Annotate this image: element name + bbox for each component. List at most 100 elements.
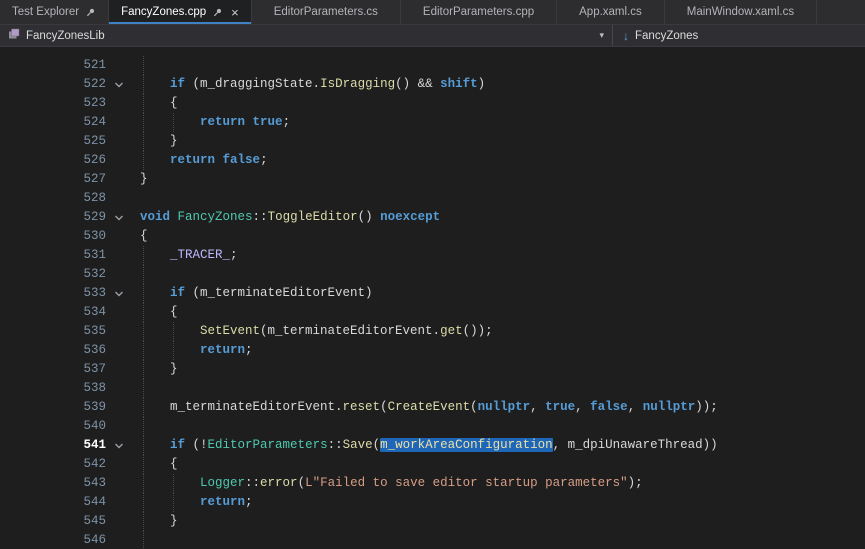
code-line: 531 _TRACER_; [0, 246, 865, 265]
code-text[interactable] [132, 379, 865, 398]
line-number[interactable]: 545 [0, 512, 106, 531]
code-text[interactable] [132, 56, 865, 75]
line-number[interactable]: 538 [0, 379, 106, 398]
code-text[interactable]: { [132, 455, 865, 474]
fold-chevron-icon[interactable] [106, 284, 132, 303]
line-number[interactable]: 546 [0, 531, 106, 549]
line-number[interactable]: 541 [0, 436, 106, 455]
code-token: get [440, 324, 463, 338]
code-line: 537 } [0, 360, 865, 379]
line-number[interactable]: 539 [0, 398, 106, 417]
code-text[interactable]: Logger::error(L"Failed to save editor st… [132, 474, 865, 493]
code-token [140, 77, 170, 91]
tab-editorparameters-cs[interactable]: EditorParameters.cs [252, 0, 401, 24]
fold-chevron-icon[interactable] [106, 75, 132, 94]
fold-gutter [106, 265, 132, 284]
fold-chevron-icon[interactable] [106, 208, 132, 227]
code-text[interactable]: SetEvent(m_terminateEditorEvent.get()); [132, 322, 865, 341]
code-text[interactable]: return false; [132, 151, 865, 170]
code-line: 540 [0, 417, 865, 436]
code-token: if [170, 286, 185, 300]
navigation-bar: FancyZonesLib ▾ ↓ FancyZones [0, 25, 865, 47]
code-text[interactable]: if (m_draggingState.IsDragging() && shif… [132, 75, 865, 94]
code-text[interactable]: } [132, 132, 865, 151]
code-token [140, 153, 170, 167]
code-text[interactable]: void FancyZones::ToggleEditor() noexcept [132, 208, 865, 227]
code-line: 523 { [0, 94, 865, 113]
tab-fancyzones-cpp[interactable]: FancyZones.cpp× [109, 0, 252, 24]
code-text[interactable]: if (m_terminateEditorEvent) [132, 284, 865, 303]
line-number[interactable]: 543 [0, 474, 106, 493]
code-text[interactable]: } [132, 170, 865, 189]
line-number[interactable]: 536 [0, 341, 106, 360]
code-text[interactable]: m_terminateEditorEvent.reset(CreateEvent… [132, 398, 865, 417]
line-number[interactable]: 526 [0, 151, 106, 170]
line-number[interactable]: 527 [0, 170, 106, 189]
code-line: 532 [0, 265, 865, 284]
fold-gutter [106, 322, 132, 341]
code-token: } [140, 362, 178, 376]
code-text[interactable] [132, 531, 865, 549]
code-editor[interactable]: 521522 if (m_draggingState.IsDragging() … [0, 47, 865, 549]
chevron-down-icon[interactable]: ▾ [599, 30, 604, 41]
code-token: m_terminateEditorEvent. [140, 400, 343, 414]
line-number[interactable]: 524 [0, 113, 106, 132]
line-number[interactable]: 530 [0, 227, 106, 246]
tab-mainwindow-xaml-cs[interactable]: MainWindow.xaml.cs [665, 0, 817, 24]
line-number[interactable]: 544 [0, 493, 106, 512]
code-text[interactable]: } [132, 512, 865, 531]
code-text[interactable]: return true; [132, 113, 865, 132]
code-text[interactable]: } [132, 360, 865, 379]
code-text[interactable]: { [132, 227, 865, 246]
tab-app-xaml-cs[interactable]: App.xaml.cs [557, 0, 665, 24]
line-number[interactable]: 540 [0, 417, 106, 436]
fold-gutter [106, 417, 132, 436]
fold-chevron-icon[interactable] [106, 436, 132, 455]
code-text[interactable]: _TRACER_; [132, 246, 865, 265]
close-icon[interactable]: × [231, 6, 239, 19]
fold-gutter [106, 474, 132, 493]
code-text[interactable]: { [132, 303, 865, 322]
line-number[interactable]: 528 [0, 189, 106, 208]
line-number[interactable]: 529 [0, 208, 106, 227]
fold-gutter [106, 512, 132, 531]
indent-guide [143, 360, 144, 379]
scope-dropdown[interactable]: ↓ FancyZones [613, 25, 865, 46]
code-text[interactable] [132, 189, 865, 208]
code-text[interactable] [132, 265, 865, 284]
line-number[interactable]: 533 [0, 284, 106, 303]
indent-guide [173, 322, 174, 341]
line-number[interactable]: 542 [0, 455, 106, 474]
line-number[interactable]: 525 [0, 132, 106, 151]
code-line: 526 return false; [0, 151, 865, 170]
line-number[interactable]: 522 [0, 75, 106, 94]
code-token: { [140, 457, 178, 471]
tab-editorparameters-cpp[interactable]: EditorParameters.cpp [401, 0, 557, 24]
code-text[interactable]: return; [132, 493, 865, 512]
line-number[interactable]: 537 [0, 360, 106, 379]
code-text[interactable]: return; [132, 341, 865, 360]
project-dropdown[interactable]: FancyZonesLib ▾ [0, 25, 612, 46]
line-number[interactable]: 523 [0, 94, 106, 113]
code-line: 525 } [0, 132, 865, 151]
code-line: 529 void FancyZones::ToggleEditor() noexc… [0, 208, 865, 227]
line-number[interactable]: 535 [0, 322, 106, 341]
down-arrow-icon: ↓ [623, 30, 629, 42]
code-token [215, 153, 223, 167]
code-text[interactable]: { [132, 94, 865, 113]
code-text[interactable] [132, 417, 865, 436]
indent-guide [143, 75, 144, 94]
line-number[interactable]: 531 [0, 246, 106, 265]
code-token: ; [245, 495, 253, 509]
line-number[interactable]: 532 [0, 265, 106, 284]
indent-guide [143, 417, 144, 436]
line-number[interactable]: 534 [0, 303, 106, 322]
line-number[interactable]: 521 [0, 56, 106, 75]
fold-gutter [106, 94, 132, 113]
tab-test-explorer[interactable]: Test Explorer [0, 0, 109, 24]
vs-window: Test ExplorerFancyZones.cpp×EditorParame… [0, 0, 865, 549]
pin-icon[interactable] [212, 7, 223, 18]
code-line: 538 [0, 379, 865, 398]
code-text[interactable]: if (!EditorParameters::Save(m_workAreaCo… [132, 436, 865, 455]
pin-icon[interactable] [85, 7, 96, 18]
